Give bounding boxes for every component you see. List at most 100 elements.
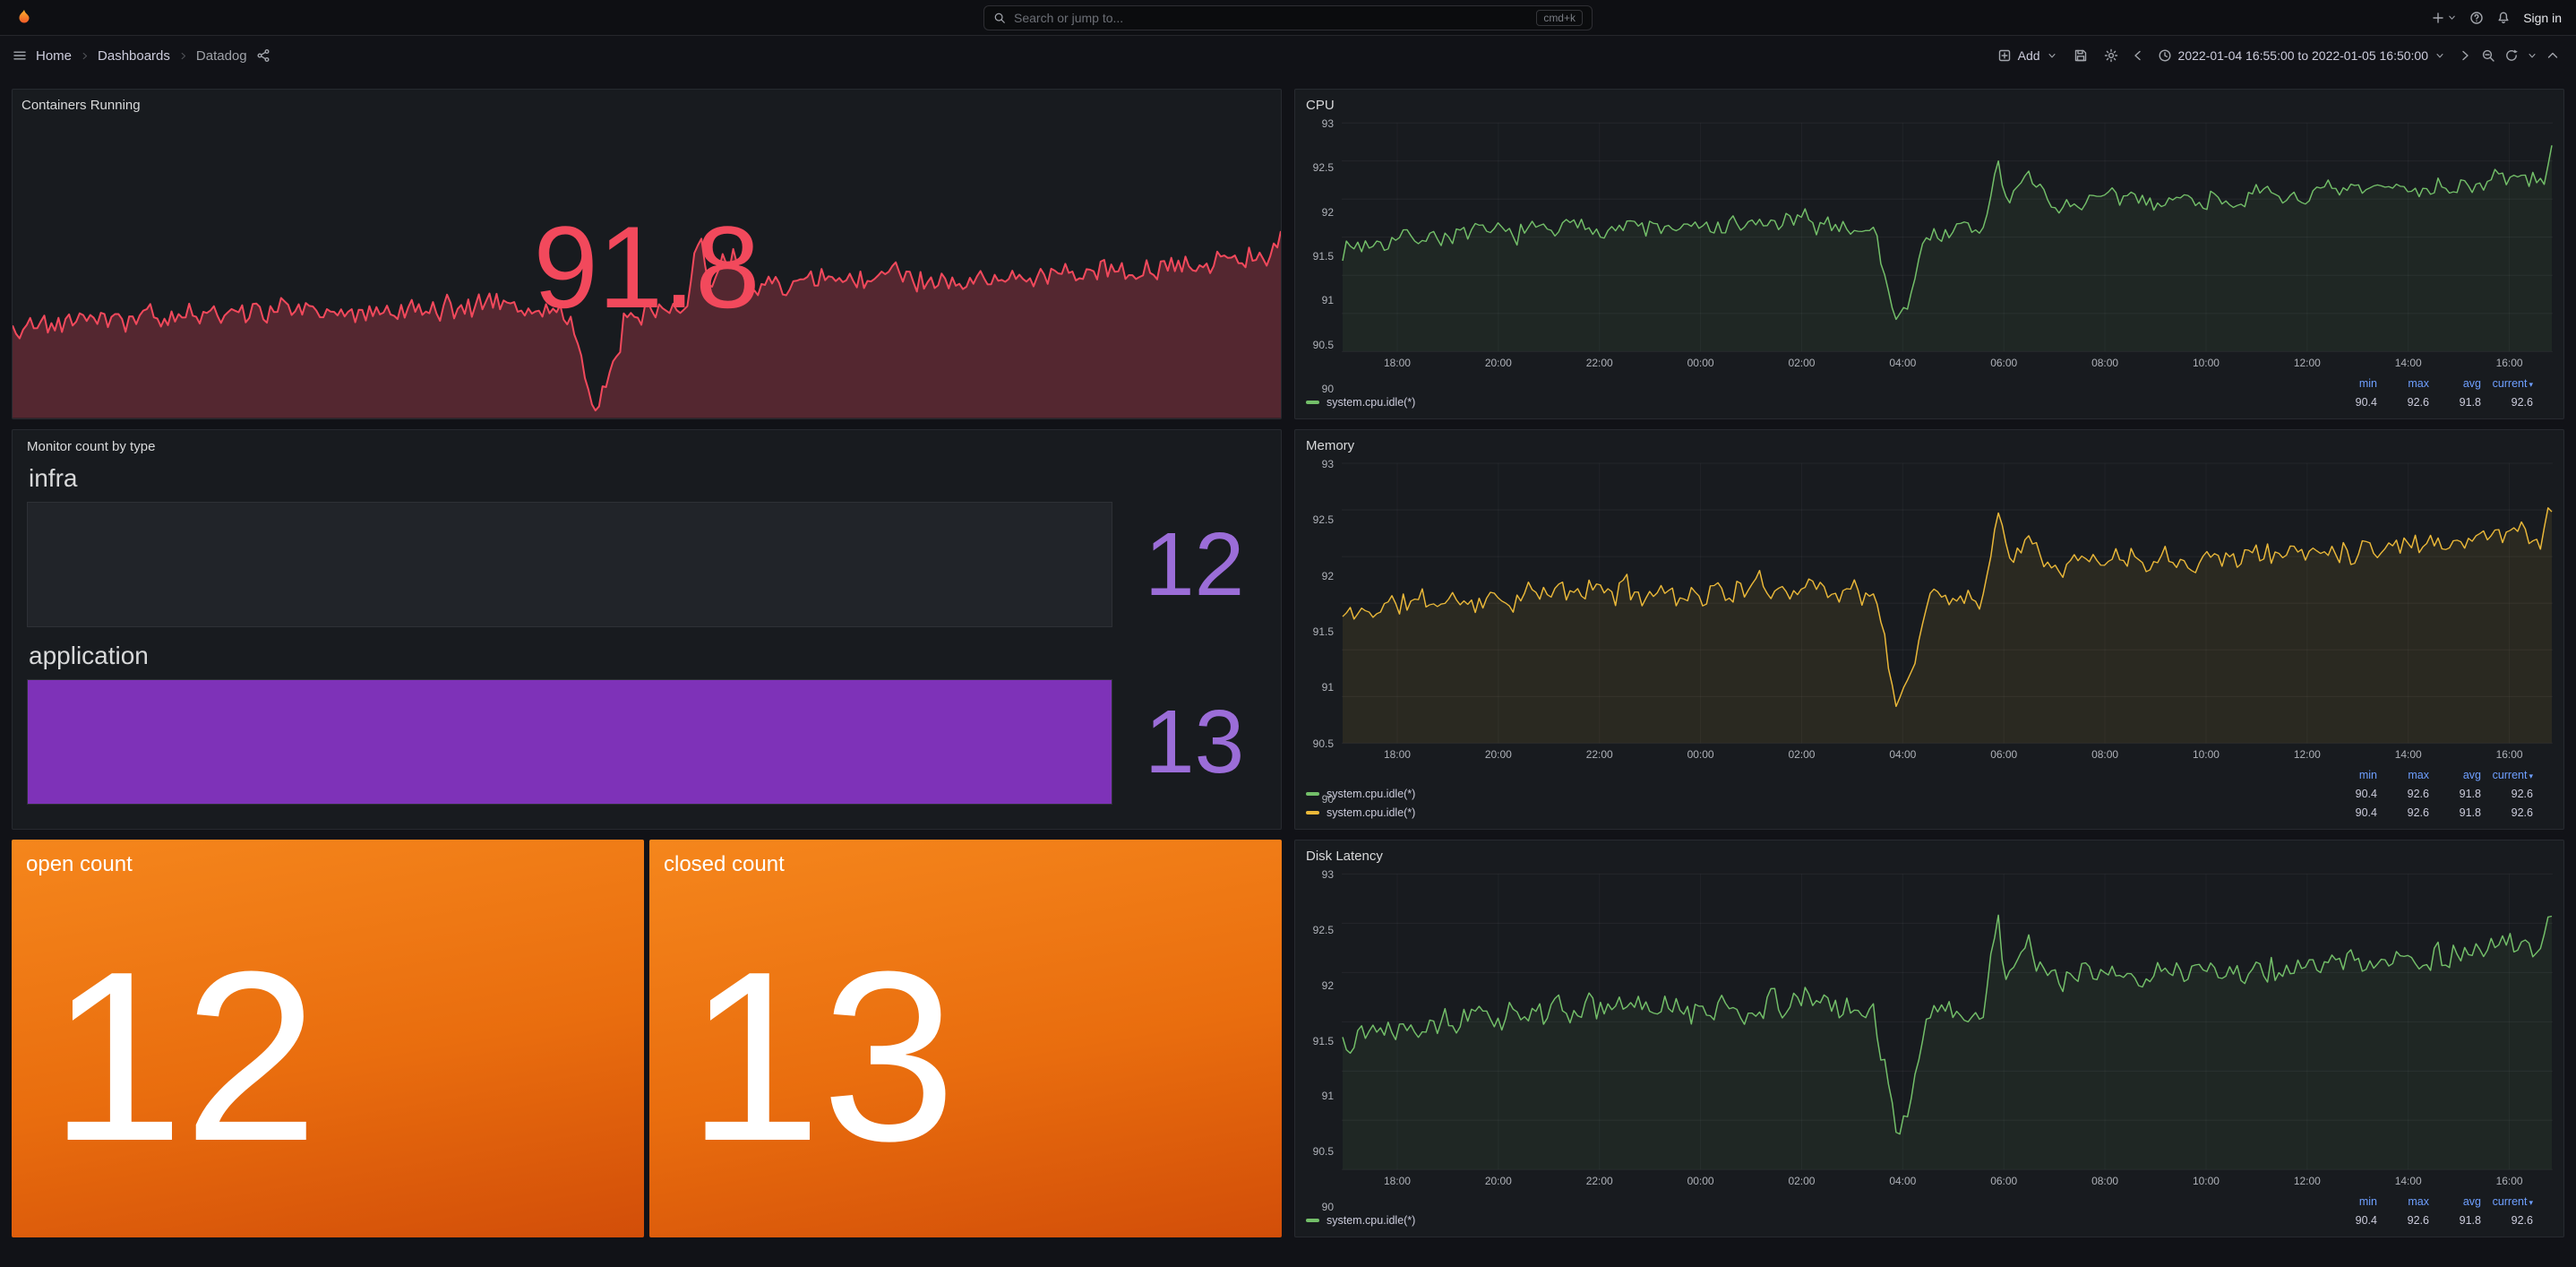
- panel-disk-latency: Disk Latency 9090.59191.59292.593 18:002…: [1294, 840, 2564, 1237]
- bar-gauge-label-application: application: [29, 642, 1267, 670]
- x-axis-label: 02:00: [1788, 358, 1815, 368]
- legend-sort-max[interactable]: max: [2377, 769, 2429, 781]
- legend-sort-avg[interactable]: avg: [2429, 1195, 2481, 1208]
- breadcrumb-item-home[interactable]: Home: [36, 48, 72, 64]
- news-button[interactable]: [2496, 11, 2511, 25]
- legend-stat-value: 91.8: [2429, 788, 2481, 800]
- legend-sort-current[interactable]: current▾: [2481, 1195, 2533, 1208]
- time-range-button[interactable]: 2022-01-04 16:55:00 to 2022-01-05 16:50:…: [2151, 42, 2452, 69]
- legend-series-row: system.cpu.idle(*)90.492.691.892.6: [1306, 803, 2533, 822]
- y-axis-label: 92: [1322, 571, 1334, 582]
- search-placeholder: Search or jump to...: [1014, 11, 1528, 25]
- memory-plot-area[interactable]: [1342, 459, 2553, 745]
- help-button[interactable]: [2469, 11, 2484, 25]
- chevron-up-icon: [2546, 48, 2560, 63]
- disk-plot-area[interactable]: [1342, 869, 2553, 1171]
- x-axis-label: 00:00: [1687, 1176, 1714, 1186]
- panel-title[interactable]: Memory: [1302, 435, 2553, 459]
- caret-down-icon: [2527, 50, 2537, 61]
- breadcrumb: Home Dashboards Datadog: [36, 48, 247, 64]
- y-axis-label: 90.5: [1313, 738, 1334, 749]
- panel-title[interactable]: Containers Running: [13, 90, 1281, 118]
- legend-series-row: system.cpu.idle(*)90.492.691.892.6: [1306, 784, 2533, 803]
- legend-sort-max[interactable]: max: [2377, 377, 2429, 390]
- news-bell-icon: [2496, 11, 2511, 25]
- collapse-toolbar-button[interactable]: [2542, 42, 2563, 69]
- zoom-out-icon: [2481, 48, 2495, 63]
- search-shortcut-badge: cmd+k: [1536, 10, 1583, 26]
- plus-icon: [2431, 11, 2445, 25]
- y-axis: 9090.59191.59292.593: [1302, 118, 1342, 353]
- breadcrumb-item-datadog: Datadog: [196, 48, 247, 64]
- panel-title[interactable]: Monitor count by type: [27, 439, 1267, 455]
- refresh-interval-button[interactable]: [2524, 42, 2540, 69]
- panel-title[interactable]: CPU: [1302, 95, 2553, 118]
- save-dashboard-button[interactable]: [2066, 42, 2095, 69]
- y-axis: 9090.59191.59292.593: [1302, 459, 1342, 745]
- legend-header-row: minmaxavgcurrent▾: [1306, 1192, 2533, 1211]
- bar-gauge-value-infra: 12: [1112, 524, 1267, 605]
- add-button[interactable]: Add: [1990, 42, 2065, 69]
- x-axis-label: 22:00: [1586, 1176, 1613, 1186]
- panel-title[interactable]: open count: [12, 840, 644, 877]
- y-axis-label: 90: [1322, 1202, 1334, 1212]
- series-color-swatch: [1306, 401, 1319, 404]
- series-color-swatch: [1306, 792, 1319, 796]
- grafana-logo[interactable]: [14, 8, 34, 28]
- legend-sort-max[interactable]: max: [2377, 1195, 2429, 1208]
- y-axis-label: 93: [1322, 869, 1334, 880]
- dashboard-settings-button[interactable]: [2097, 42, 2125, 69]
- breadcrumb-separator-icon: [178, 51, 188, 61]
- legend-stat-value: 92.6: [2481, 396, 2533, 409]
- x-axis-label: 18:00: [1384, 358, 1411, 368]
- legend-sort-avg[interactable]: avg: [2429, 377, 2481, 390]
- x-axis-label: 06:00: [1990, 749, 2017, 760]
- x-axis-label: 22:00: [1586, 358, 1613, 368]
- legend-sort-current[interactable]: current▾: [2481, 769, 2533, 781]
- x-axis-label: 06:00: [1990, 1176, 2017, 1186]
- search-input[interactable]: Search or jump to... cmd+k: [983, 5, 1593, 30]
- time-shift-forward-button[interactable]: [2454, 42, 2476, 69]
- y-axis-label: 91.5: [1313, 626, 1334, 637]
- panel-title[interactable]: Disk Latency: [1302, 846, 2553, 869]
- time-shift-back-button[interactable]: [2127, 42, 2149, 69]
- x-axis-label: 16:00: [2496, 749, 2523, 760]
- legend-sort-current[interactable]: current▾: [2481, 377, 2533, 390]
- x-axis-label: 04:00: [1889, 749, 1916, 760]
- panel-title[interactable]: closed count: [649, 840, 1282, 877]
- breadcrumb-separator-icon: [80, 51, 90, 61]
- y-axis-label: 90.5: [1313, 1146, 1334, 1157]
- menu-toggle-button[interactable]: [13, 48, 27, 63]
- y-axis-label: 91: [1322, 682, 1334, 693]
- series-color-swatch: [1306, 1219, 1319, 1222]
- legend-sort-min[interactable]: min: [2325, 1195, 2377, 1208]
- menu-icon: [13, 48, 27, 63]
- bar-gauge-bar-infra: [27, 502, 1112, 627]
- x-axis-label: 10:00: [2193, 1176, 2220, 1186]
- legend-series-name[interactable]: system.cpu.idle(*): [1306, 1214, 2325, 1227]
- legend-sort-avg[interactable]: avg: [2429, 769, 2481, 781]
- y-axis-label: 92.5: [1313, 162, 1334, 173]
- x-axis-label: 22:00: [1586, 749, 1613, 760]
- panel-open-count: open count 12: [12, 840, 644, 1237]
- bar-gauge-value-application: 13: [1112, 702, 1267, 782]
- legend-stat-value: 91.8: [2429, 396, 2481, 409]
- legend-sort-min[interactable]: min: [2325, 769, 2377, 781]
- new-menu-button[interactable]: [2431, 11, 2457, 25]
- sign-in-link[interactable]: Sign in: [2523, 11, 2562, 25]
- stat-panel-row: open count 12 closed count 13: [12, 840, 1282, 1237]
- legend-sort-min[interactable]: min: [2325, 377, 2377, 390]
- legend-series-name[interactable]: system.cpu.idle(*): [1306, 788, 2325, 800]
- x-axis-label: 02:00: [1788, 749, 1815, 760]
- y-axis-label: 92: [1322, 207, 1334, 218]
- cpu-plot-area[interactable]: [1342, 118, 2553, 353]
- panel-monitor-count: Monitor count by type infra 12 applicati…: [12, 429, 1282, 830]
- zoom-out-button[interactable]: [2477, 42, 2499, 69]
- legend-stat-value: 92.6: [2377, 806, 2429, 819]
- legend-series-name[interactable]: system.cpu.idle(*): [1306, 806, 2325, 819]
- y-axis-label: 91.5: [1313, 1036, 1334, 1047]
- breadcrumb-item-dashboards[interactable]: Dashboards: [98, 48, 170, 64]
- legend-series-name[interactable]: system.cpu.idle(*): [1306, 396, 2325, 409]
- refresh-button[interactable]: [2501, 42, 2522, 69]
- share-button[interactable]: [256, 48, 270, 63]
